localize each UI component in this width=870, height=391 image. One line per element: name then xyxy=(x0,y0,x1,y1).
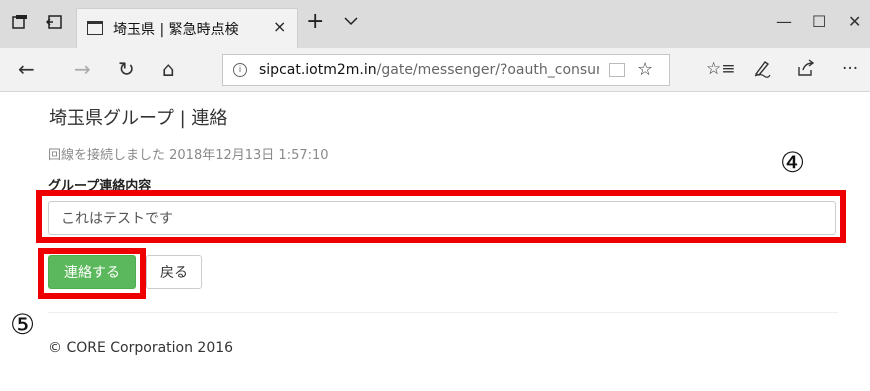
address-url[interactable]: sipcat.iotm2m.in/gate/messenger/?oauth_c… xyxy=(259,62,599,78)
marker-4: ④ xyxy=(780,146,806,179)
window-close-icon[interactable]: ✕ xyxy=(848,12,861,32)
new-tab-icon[interactable]: + xyxy=(306,10,324,34)
marker-5: ⑤ xyxy=(10,308,36,341)
page-title: 埼玉県グループ | 連絡 xyxy=(49,108,228,129)
close-tab-icon[interactable]: × xyxy=(273,17,286,36)
share-icon[interactable] xyxy=(796,58,816,84)
tab-actions-icon[interactable] xyxy=(10,14,30,34)
chevron-down-icon[interactable] xyxy=(342,12,362,32)
footer-copyright: © CORE Corporation 2016 xyxy=(48,340,234,356)
tab-aside-icon[interactable] xyxy=(44,14,64,34)
home-icon[interactable]: ⌂ xyxy=(162,58,175,80)
back-button[interactable]: 戻る xyxy=(146,255,202,289)
navigation-bar: ← → ↻ ⌂ i sipcat.iotm2m.in/gate/messenge… xyxy=(0,48,870,92)
page-icon xyxy=(87,21,103,35)
address-domain: sipcat.iotm2m.in xyxy=(259,62,377,78)
divider xyxy=(48,312,838,313)
star-icon[interactable]: ☆ xyxy=(637,59,653,80)
forward-icon[interactable]: → xyxy=(74,58,91,80)
tab-bar: 埼玉県 | 緊急時点検 × + — ☐ ✕ xyxy=(0,0,870,48)
info-icon[interactable]: i xyxy=(233,63,247,77)
address-path: /gate/messenger/?oauth_consumer_ xyxy=(376,62,599,78)
tab-title: 埼玉県 | 緊急時点検 xyxy=(113,22,239,38)
minimize-icon[interactable]: — xyxy=(776,12,792,32)
maximize-icon[interactable]: ☐ xyxy=(812,12,826,32)
more-icon[interactable]: ··· xyxy=(842,58,858,80)
connection-status: 回線を接続しました 2018年12月13日 1:57:10 xyxy=(48,148,329,163)
reading-view-icon[interactable] xyxy=(609,63,625,77)
page-content: 埼玉県グループ | 連絡 回線を接続しました 2018年12月13日 1:57:… xyxy=(0,92,870,391)
browser-tab[interactable]: 埼玉県 | 緊急時点検 × xyxy=(76,8,298,48)
message-field-label: グループ連絡内容 xyxy=(48,179,152,194)
send-button[interactable]: 連絡する xyxy=(48,255,136,289)
address-bar[interactable]: i sipcat.iotm2m.in/gate/messenger/?oauth… xyxy=(222,54,670,86)
pen-icon[interactable] xyxy=(752,58,772,84)
favorites-icon[interactable]: ☆≡ xyxy=(706,58,735,80)
message-input[interactable] xyxy=(48,201,836,235)
refresh-icon[interactable]: ↻ xyxy=(118,58,135,80)
back-icon[interactable]: ← xyxy=(18,58,35,80)
